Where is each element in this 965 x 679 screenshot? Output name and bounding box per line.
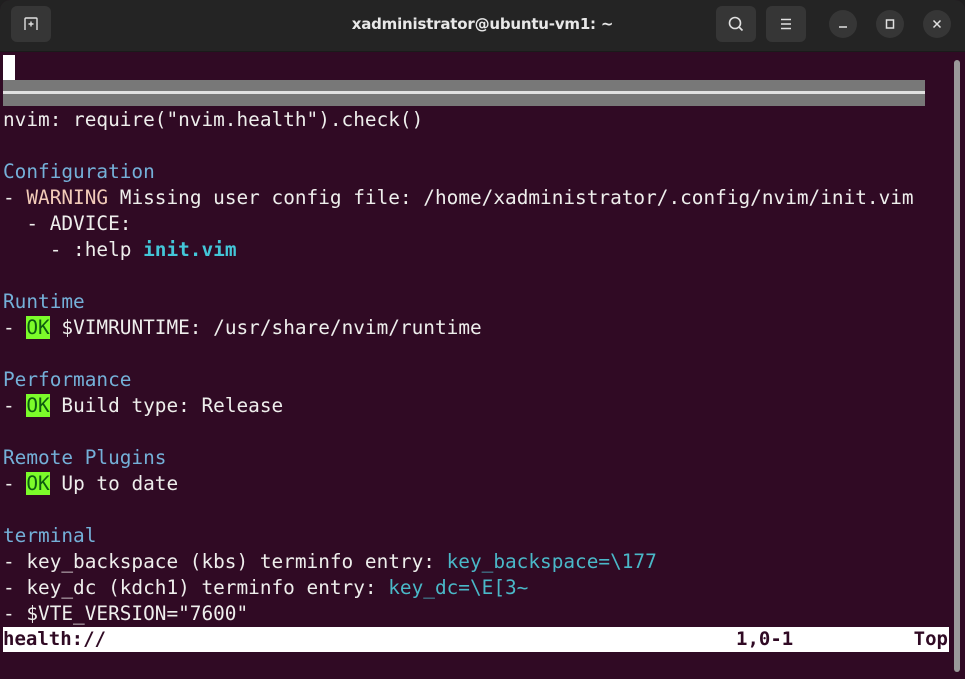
- vte-version-line: - $VTE_VERSION="7600": [3, 602, 249, 625]
- runtime-ok-line: - OK $VIMRUNTIME: /usr/share/nvim/runtim…: [3, 315, 914, 341]
- vertical-scrollbar[interactable]: [954, 60, 960, 672]
- menu-button[interactable]: [766, 6, 806, 42]
- hamburger-menu-icon: [781, 18, 791, 30]
- help-link-init-vim[interactable]: init.vim: [143, 238, 236, 261]
- help-prefix: - :help: [3, 238, 144, 261]
- section-header-terminal: terminal: [3, 524, 97, 547]
- command-line-text: nvim: require("nvim.health").check(): [3, 108, 424, 131]
- statusline-cursor-position: 1,0-1: [736, 628, 794, 650]
- ok-badge: OK: [26, 472, 50, 495]
- statusline-scroll-position: Top: [913, 628, 948, 650]
- vim-statusline: health:// 1,0-1 Top: [3, 627, 949, 652]
- bullet: -: [3, 472, 27, 495]
- window-title: xadministrator@ubuntu-vm1: ~: [351, 15, 614, 33]
- close-icon: [932, 19, 942, 29]
- kbs-value: key_backspace=\177: [446, 550, 657, 573]
- close-button[interactable]: [923, 10, 951, 38]
- ok-badge: OK: [26, 394, 50, 417]
- terminal-kbs-line: - key_backspace (kbs) terminfo entry: ke…: [3, 549, 914, 575]
- terminal-content[interactable]: nvim: require("nvim.health").check() Con…: [0, 52, 965, 679]
- performance-ok-line: - OK Build type: Release: [3, 393, 914, 419]
- performance-text: Build type: Release: [49, 394, 284, 417]
- terminal-window: xadministrator@ubuntu-vm1: ~ nvim: requi…: [0, 0, 965, 679]
- section-header-performance: Performance: [3, 368, 132, 391]
- warning-label: WARNING: [26, 186, 109, 209]
- kbs-text: - key_backspace (kbs) terminfo entry:: [3, 550, 447, 573]
- health-output: nvim: require("nvim.health").check() Con…: [3, 107, 914, 627]
- advice-line: - ADVICE:: [3, 212, 132, 235]
- remote-plugins-ok-line: - OK Up to date: [3, 471, 914, 497]
- bullet: -: [3, 186, 27, 209]
- search-icon: [728, 16, 744, 32]
- maximize-icon: [885, 19, 895, 29]
- kdch1-text: - key_dc (kdch1) terminfo entry:: [3, 576, 389, 599]
- section-header-runtime: Runtime: [3, 290, 85, 313]
- section-header-remote-plugins: Remote Plugins: [3, 446, 167, 469]
- text-cursor: [3, 55, 15, 80]
- search-button[interactable]: [716, 6, 756, 42]
- terminal-kdch1-line: - key_dc (kdch1) terminfo entry: key_dc=…: [3, 575, 914, 601]
- title-bar: xadministrator@ubuntu-vm1: ~: [0, 0, 965, 52]
- kdch1-value: key_dc=\E[3~: [388, 576, 529, 599]
- help-line: - :help init.vim: [3, 237, 914, 263]
- maximize-button[interactable]: [876, 10, 904, 38]
- bullet: -: [3, 394, 27, 417]
- separator-line: [3, 91, 925, 94]
- runtime-text: $VIMRUNTIME: /usr/share/nvim/runtime: [49, 316, 482, 339]
- window-separator: [3, 80, 925, 106]
- minimize-button[interactable]: [829, 10, 857, 38]
- minimize-icon: [839, 26, 847, 28]
- config-warning-line: - WARNING Missing user config file: /hom…: [3, 185, 914, 211]
- ok-badge: OK: [26, 316, 50, 339]
- warning-text: Missing user config file: /home/xadminis…: [108, 186, 914, 209]
- remote-plugins-text: Up to date: [49, 472, 179, 495]
- section-header-configuration: Configuration: [3, 160, 155, 183]
- statusline-buffer-name: health://: [3, 628, 106, 650]
- bullet: -: [3, 316, 27, 339]
